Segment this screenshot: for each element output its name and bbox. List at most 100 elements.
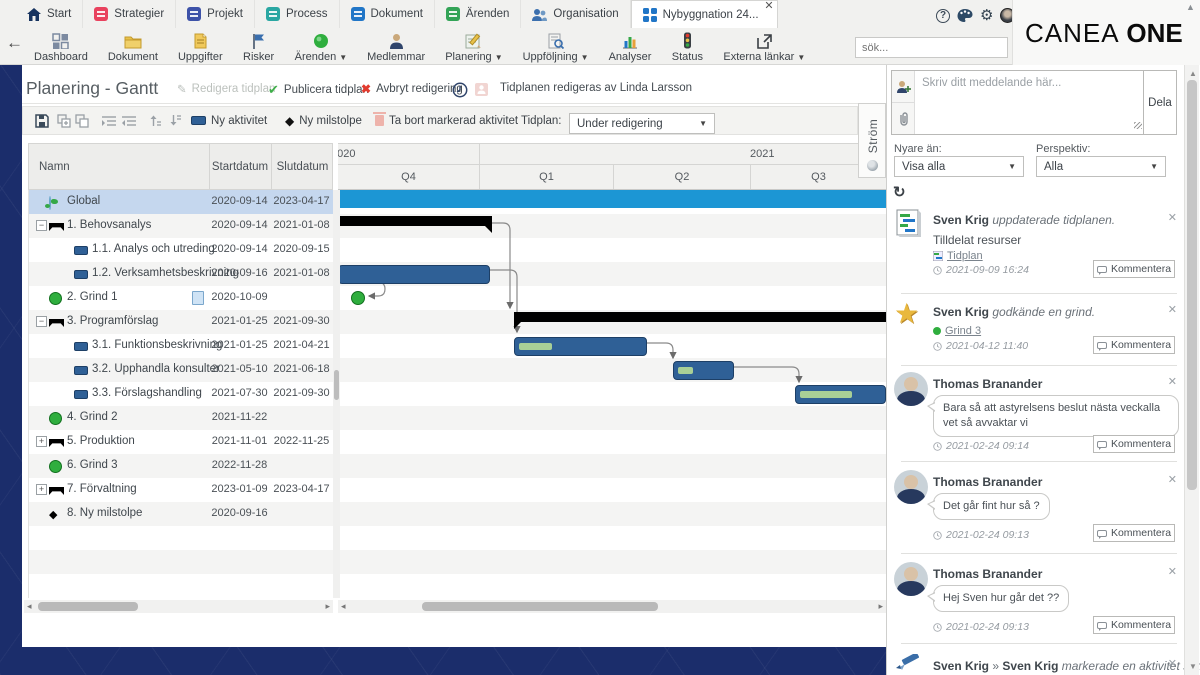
publish-plan-button[interactable]: ✔ Publicera tidplan bbox=[268, 82, 369, 98]
table-row[interactable]: 6. Grind 3 2022-11-28 bbox=[29, 454, 334, 478]
copy-add-button[interactable] bbox=[57, 107, 72, 134]
gantt-bar-grind[interactable] bbox=[351, 291, 365, 305]
nav-dashboard[interactable]: Dashboard bbox=[24, 31, 98, 63]
close-icon[interactable]: ✕ bbox=[1168, 657, 1177, 670]
gantt-bar-task[interactable] bbox=[673, 361, 734, 380]
close-tab-icon[interactable]: ✕ bbox=[764, 1, 773, 12]
gantt-bar-summary-start[interactable] bbox=[514, 312, 886, 322]
table-row[interactable]: 1.1. Analys och utreding 2020-09-14 2020… bbox=[29, 238, 334, 262]
stream-side-tab[interactable]: Ström bbox=[858, 103, 886, 178]
attach-file-button[interactable] bbox=[892, 103, 914, 134]
table-row[interactable]: 3.3. Förslagshandling 2021-07-30 2021-09… bbox=[29, 382, 334, 406]
move-down-button[interactable] bbox=[167, 107, 181, 134]
comment-button[interactable]: Kommentera bbox=[1093, 260, 1175, 278]
table-row[interactable]: + 5. Produktion 2021-11-01 2022-11-25 bbox=[29, 430, 334, 454]
expand-toggle[interactable]: − bbox=[36, 220, 47, 231]
scroll-left-icon[interactable]: ◂ bbox=[27, 601, 32, 612]
table-row[interactable]: 1.2. Verksamhetsbeskrivning 2020-09-16 2… bbox=[29, 262, 334, 286]
close-icon[interactable]: ✕ bbox=[1168, 303, 1177, 316]
table-row[interactable]: 4. Grind 2 2021-11-22 bbox=[29, 406, 334, 430]
scroll-right-icon[interactable]: ▸ bbox=[878, 601, 883, 612]
table-row[interactable]: − 3. Programförslag 2021-01-25 2021-09-3… bbox=[29, 310, 334, 334]
tab-strategier[interactable]: Strategier bbox=[83, 0, 176, 28]
newer-than-dropdown[interactable]: Visa alla▼ bbox=[894, 156, 1024, 177]
comment-button[interactable]: Kommentera bbox=[1093, 336, 1175, 354]
refresh-icon[interactable]: ↻ bbox=[893, 183, 906, 201]
edit-plan-button[interactable]: ✎ Redigera tidplan bbox=[177, 82, 275, 96]
delete-activity-button[interactable]: Ta bort markerad aktivitet bbox=[375, 107, 518, 134]
tidplan-link[interactable]: Tidplan bbox=[933, 250, 983, 262]
gear-icon[interactable]: ⚙ bbox=[980, 8, 993, 23]
new-activity-button[interactable]: Ny aktivitet bbox=[191, 107, 267, 134]
feed-scrollbar[interactable]: ▲ ▼ bbox=[1184, 65, 1199, 675]
nav-dokument[interactable]: Dokument bbox=[98, 31, 168, 63]
nav-uppgifter[interactable]: Uppgifter bbox=[168, 31, 233, 63]
nav-analyser[interactable]: Analyser bbox=[599, 31, 662, 63]
gantt-bar-task[interactable] bbox=[514, 337, 647, 356]
cancel-edit-button[interactable]: ✖ Avbryt redigering bbox=[361, 82, 463, 96]
expand-toggle[interactable]: + bbox=[36, 436, 47, 447]
new-milestone-button[interactable]: ◆ Ny milstolpe bbox=[285, 107, 362, 134]
nav-uppfoljning[interactable]: Uppföljning▼ bbox=[513, 31, 599, 63]
message-input[interactable] bbox=[915, 71, 1143, 134]
plan-dropdown[interactable]: Under redigering ▼ bbox=[569, 113, 715, 134]
column-namn[interactable]: Namn bbox=[39, 144, 70, 189]
vertical-scrollbar[interactable] bbox=[333, 190, 340, 598]
scroll-down-icon[interactable]: ▼ bbox=[1189, 662, 1197, 671]
scroll-right-icon[interactable]: ▸ bbox=[325, 601, 330, 612]
table-row[interactable]: − 1. Behovsanalys 2020-09-14 2021-01-08 bbox=[29, 214, 334, 238]
expand-toggle[interactable]: + bbox=[36, 484, 47, 495]
gantt-bar-global[interactable] bbox=[338, 190, 886, 208]
copy-button[interactable] bbox=[75, 107, 90, 134]
scroll-up-icon[interactable]: ▲ bbox=[1189, 69, 1197, 78]
tab-organisation[interactable]: Organisation bbox=[521, 0, 630, 28]
tab-projekt[interactable]: Projekt bbox=[176, 0, 255, 28]
nav-externa-lankar[interactable]: Externa länkar▼ bbox=[713, 31, 815, 63]
back-arrow-icon[interactable]: ← bbox=[6, 33, 23, 53]
tab-arenden[interactable]: Ärenden bbox=[435, 0, 521, 28]
table-row[interactable]: 3.1. Funktionsbeskrivning 2021-01-25 202… bbox=[29, 334, 334, 358]
scrollbar-thumb[interactable] bbox=[1187, 80, 1197, 490]
table-row[interactable]: + 7. Förvaltning 2023-01-09 2023-04-17 bbox=[29, 478, 334, 502]
indent-button[interactable] bbox=[101, 107, 117, 134]
search-input[interactable] bbox=[856, 42, 1010, 54]
table-hscrollbar[interactable]: ◂ ▸ bbox=[24, 600, 333, 613]
scrollbar-thumb[interactable] bbox=[334, 370, 339, 400]
tab-process[interactable]: Process bbox=[255, 0, 340, 28]
gantt-bar-task[interactable] bbox=[338, 265, 490, 284]
nav-risker[interactable]: Risker bbox=[233, 31, 285, 63]
table-row[interactable]: 2. Grind 1 2020-10-09 bbox=[29, 286, 334, 310]
table-row[interactable]: ◆ 8. Ny milstolpe 2020-09-16 bbox=[29, 502, 334, 526]
tab-nybyggnation-active[interactable]: Nybyggnation 24... ✕ bbox=[631, 0, 778, 28]
close-icon[interactable]: ✕ bbox=[1168, 565, 1177, 578]
close-icon[interactable]: ✕ bbox=[1168, 375, 1177, 388]
comment-button[interactable]: Kommentera bbox=[1093, 616, 1175, 634]
comment-button[interactable]: Kommentera bbox=[1093, 524, 1175, 542]
grind-link[interactable]: Grind 3 bbox=[933, 325, 981, 337]
mention-user-button[interactable] bbox=[892, 71, 914, 103]
comment-button[interactable]: Kommentera bbox=[1093, 435, 1175, 453]
table-row[interactable]: 3.2. Upphandla konsulter 2021-05-10 2021… bbox=[29, 358, 334, 382]
nav-arenden[interactable]: Ärenden▼ bbox=[285, 31, 358, 63]
history-button[interactable] bbox=[452, 82, 468, 98]
move-up-button[interactable] bbox=[147, 107, 161, 134]
export-user-button[interactable] bbox=[474, 82, 489, 97]
expand-toggle[interactable]: − bbox=[36, 316, 47, 327]
close-icon[interactable]: ✕ bbox=[1168, 211, 1177, 224]
help-icon[interactable]: ? bbox=[936, 9, 950, 23]
scroll-left-icon[interactable]: ◂ bbox=[341, 601, 346, 612]
scrollbar-thumb[interactable] bbox=[422, 602, 658, 611]
tab-start[interactable]: Start bbox=[16, 0, 83, 28]
collapse-arrow-icon[interactable]: ▲ bbox=[1186, 2, 1195, 12]
gantt-bar-summary-end[interactable] bbox=[338, 216, 492, 226]
gantt-hscrollbar[interactable]: ◂ ▸ bbox=[338, 600, 886, 613]
nav-status[interactable]: Status bbox=[661, 31, 713, 63]
save-button[interactable] bbox=[35, 107, 49, 134]
share-button[interactable]: Dela bbox=[1143, 71, 1176, 134]
outdent-button[interactable] bbox=[121, 107, 137, 134]
column-startdatum[interactable]: Startdatum bbox=[209, 144, 270, 189]
nav-medlemmar[interactable]: Medlemmar bbox=[357, 31, 435, 63]
tab-dokument[interactable]: Dokument bbox=[340, 0, 435, 28]
close-icon[interactable]: ✕ bbox=[1168, 473, 1177, 486]
perspective-dropdown[interactable]: Alla▼ bbox=[1036, 156, 1166, 177]
